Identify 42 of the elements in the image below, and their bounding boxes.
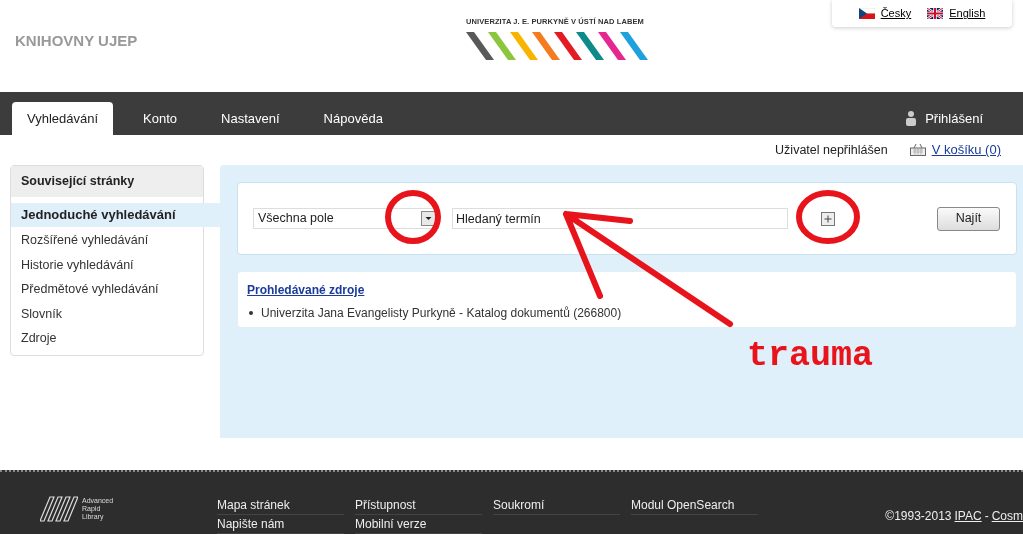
footer-link[interactable]: Soukromí <box>493 498 620 515</box>
sidebar-item[interactable]: Historie vyhledávání <box>11 252 203 278</box>
basket-link[interactable]: V košíku (0) <box>931 140 1001 160</box>
sidebar-item[interactable]: Jednoduché vyhledávání <box>11 203 221 227</box>
site-title: KNIHOVNY UJEP <box>15 31 138 51</box>
footer-link[interactable]: Napište nám <box>217 517 344 534</box>
nav-tab[interactable]: Nápověda <box>301 102 405 135</box>
annotation-text: trauma <box>747 339 874 374</box>
footer-link[interactable]: Přístupnost <box>355 498 482 515</box>
czech-flag-icon <box>858 8 875 19</box>
nav-tab[interactable]: Nastavení <box>199 102 302 135</box>
circle-annotation <box>796 190 860 244</box>
sidebar-title: Související stránky <box>11 166 203 197</box>
user-status: Uživatel nepřihlášen <box>775 141 888 159</box>
bullet-icon <box>249 311 253 315</box>
sidebar-item[interactable]: Předmětové vyhledávání <box>11 277 203 302</box>
source-item: Univerzita Jana Evangelisty Purkyně - Katalog dokumentů (266800) <box>261 305 622 322</box>
plus-icon[interactable] <box>821 211 835 226</box>
sidebar-item[interactable]: Rozšířené vyhledávání <box>11 228 203 253</box>
sources-link[interactable]: Prohledávané zdroje <box>247 281 1007 299</box>
sidebar-item[interactable]: Slovník <box>11 301 203 327</box>
sidebar-item[interactable]: Zdroje <box>11 326 203 351</box>
library-logo-icon <box>40 496 78 522</box>
footer-link[interactable]: Cosm <box>991 507 1023 525</box>
copyright-text: ©1993-2013 <box>885 508 952 525</box>
search-button[interactable]: Najít <box>937 206 1000 231</box>
circle-annotation <box>385 189 441 245</box>
basket-icon <box>909 144 926 156</box>
separator-text: - <box>984 508 989 525</box>
login-link[interactable]: Přihlášení <box>925 108 983 129</box>
footer-link[interactable]: Mobilní verze <box>355 517 482 534</box>
uk-flag-icon <box>927 8 944 19</box>
language-link[interactable]: Česky <box>880 5 912 22</box>
language-link[interactable]: English <box>949 5 986 22</box>
search-field[interactable]: Hledaný termín <box>452 208 788 229</box>
footer-link[interactable]: IPAC <box>954 507 982 525</box>
nav-tab[interactable]: Konto <box>121 102 200 135</box>
field-select[interactable]: Všechna pole <box>253 208 439 229</box>
footer-link[interactable]: Mapa stránek <box>217 498 344 515</box>
footer-link[interactable]: Modul OpenSearch <box>631 498 758 515</box>
nav-tab[interactable]: Vyhledávání <box>12 102 114 135</box>
person-icon <box>905 111 918 126</box>
